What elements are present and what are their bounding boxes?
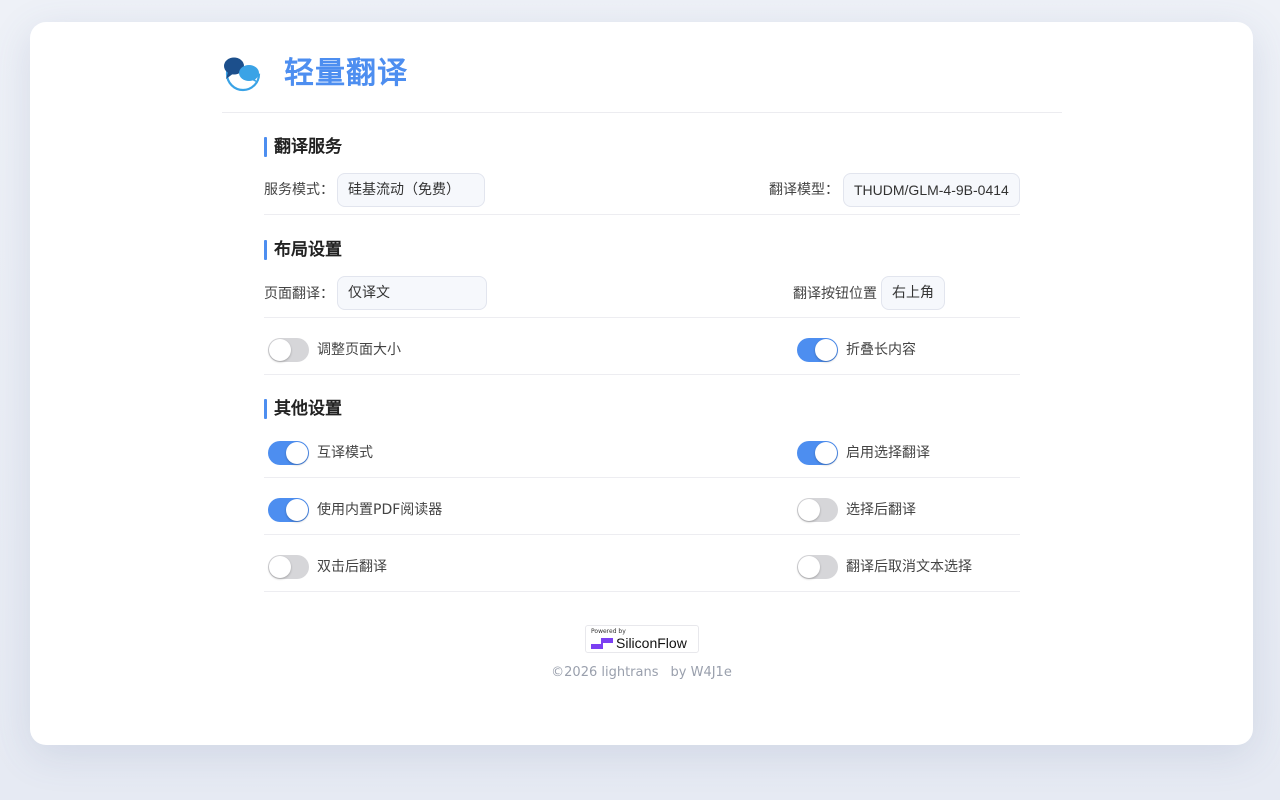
model-select[interactable]: THUDM/GLM-4-9B-0414	[843, 173, 1020, 207]
double-click-label: 双击后翻译	[317, 559, 387, 575]
powered-by-siliconflow-badge[interactable]: Powered by SiliconFlow	[585, 625, 699, 653]
powered-by-text: Powered by	[591, 628, 626, 635]
resize-page-label: 调整页面大小	[317, 342, 401, 358]
selection-translate-label: 启用选择翻译	[846, 445, 930, 461]
section-title-layout: 布局设置	[264, 240, 342, 260]
model-label: 翻译模型：	[769, 182, 839, 198]
toggle-knob	[798, 556, 820, 578]
toggle-knob	[269, 556, 291, 578]
copyright-text: ©2026 lightrans	[551, 665, 659, 680]
toggle-knob	[815, 339, 837, 361]
resize-page-toggle[interactable]	[268, 338, 309, 362]
page-translation-row: 页面翻译： 仅译文 翻译按钮位置 右上角	[264, 274, 1020, 318]
service-mode-select[interactable]: 硅基流动（免费）	[337, 173, 485, 207]
translate-after-select-label: 选择后翻译	[846, 502, 916, 518]
toggle-knob	[286, 499, 308, 521]
settings-card: 轻量翻译 翻译服务 服务模式： 硅基流动（免费） 翻译模型： THUDM/GLM…	[30, 22, 1253, 745]
service-mode-label: 服务模式：	[264, 182, 334, 198]
author-link[interactable]: by W4J1e	[671, 665, 732, 680]
mutual-mode-label: 互译模式	[317, 445, 373, 461]
toggle-knob	[286, 442, 308, 464]
toggle-knob	[798, 499, 820, 521]
toggle-knob	[269, 339, 291, 361]
toggle-knob	[815, 442, 837, 464]
translate-after-select-toggle[interactable]	[797, 498, 838, 522]
cancel-selection-label: 翻译后取消文本选择	[846, 559, 972, 575]
button-position-label: 翻译按钮位置	[793, 286, 877, 302]
pdf-reader-toggle[interactable]	[268, 498, 309, 522]
page-translation-label: 页面翻译：	[264, 286, 334, 302]
doubleclick-cancel-row: 双击后翻译 翻译后取消文本选择	[264, 535, 1020, 592]
collapse-long-label: 折叠长内容	[846, 342, 916, 358]
siliconflow-logo-icon	[591, 638, 613, 649]
collapse-long-toggle[interactable]	[797, 338, 838, 362]
section-title-service: 翻译服务	[264, 137, 342, 157]
mutual-selection-row: 互译模式 启用选择翻译	[264, 430, 1020, 478]
siliconflow-brand: SiliconFlow	[616, 635, 687, 651]
chat-bubbles-logo-icon	[224, 56, 261, 92]
app-title: 轻量翻译	[284, 56, 408, 91]
pdf-select-row: 使用内置PDF阅读器 选择后翻译	[264, 478, 1020, 535]
service-row: 服务模式： 硅基流动（免费） 翻译模型： THUDM/GLM-4-9B-0414	[264, 171, 1020, 215]
resize-collapse-row: 调整页面大小 折叠长内容	[264, 318, 1020, 375]
header: 轻量翻译	[222, 52, 1062, 113]
section-title-other: 其他设置	[264, 399, 342, 419]
footer: ©2026 lightrans by W4J1e	[30, 665, 1253, 680]
button-position-select[interactable]: 右上角	[881, 276, 945, 310]
double-click-toggle[interactable]	[268, 555, 309, 579]
page-translation-select[interactable]: 仅译文	[337, 276, 487, 310]
pdf-reader-label: 使用内置PDF阅读器	[317, 502, 443, 518]
cancel-selection-toggle[interactable]	[797, 555, 838, 579]
selection-translate-toggle[interactable]	[797, 441, 838, 465]
mutual-mode-toggle[interactable]	[268, 441, 309, 465]
